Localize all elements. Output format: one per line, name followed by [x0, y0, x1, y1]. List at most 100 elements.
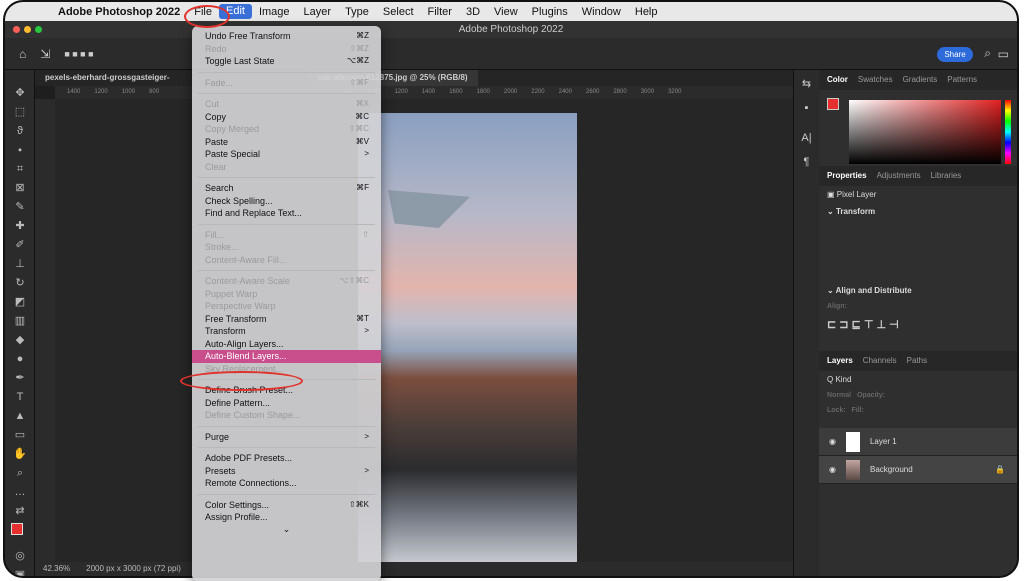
menu-item-check-spelling[interactable]: Check Spelling... [192, 195, 381, 208]
menu-3d[interactable]: 3D [459, 6, 487, 18]
eyedropper-tool-icon[interactable]: ✎ [5, 198, 35, 217]
color-field[interactable] [849, 100, 1001, 164]
eraser-tool-icon[interactable]: ◩ [5, 293, 35, 312]
tab-properties[interactable]: Properties [827, 166, 867, 186]
tab-gradients[interactable]: Gradients [903, 70, 938, 90]
minimize-window-button[interactable] [24, 26, 31, 33]
hue-slider[interactable] [1005, 100, 1011, 164]
blur-tool-icon[interactable]: ◆ [5, 331, 35, 350]
menu-item-auto-blend-layers[interactable]: Auto-Blend Layers... [192, 350, 381, 363]
menu-item-auto-align-layers[interactable]: Auto-Align Layers... [192, 338, 381, 351]
zoom-level[interactable]: 42.36% [43, 562, 70, 576]
tab-paths[interactable]: Paths [907, 351, 927, 371]
menu-item-copy[interactable]: Copy ⌘C [192, 111, 381, 124]
move-tool-icon[interactable]: ✥ [5, 84, 35, 103]
tab-layers[interactable]: Layers [827, 351, 853, 371]
menu-filter[interactable]: Filter [421, 6, 459, 18]
menu-item-color-settings[interactable]: Color Settings... ⇧⌘K [192, 499, 381, 512]
screen-mode-icon[interactable]: ▣ [5, 566, 35, 576]
healing-tool-icon[interactable]: ✚ [5, 217, 35, 236]
tab-libraries[interactable]: Libraries [931, 166, 962, 186]
hand-tool-icon[interactable]: ✋ [5, 445, 35, 464]
menu-layer[interactable]: Layer [297, 6, 339, 18]
type-tool-icon[interactable]: T [5, 388, 35, 407]
align-section[interactable]: ⌄ Align and Distribute [819, 282, 1017, 299]
menu-help[interactable]: Help [628, 6, 665, 18]
menu-item-purge[interactable]: Purge > [192, 431, 381, 444]
menu-item-free-transform[interactable]: Free Transform ⌘T [192, 313, 381, 326]
swap-colors-icon[interactable]: ⇄ [5, 502, 35, 521]
paragraph-panel-icon[interactable]: ¶ [794, 152, 819, 172]
object-select-tool-icon[interactable]: ⬩ [5, 141, 35, 160]
align-buttons[interactable]: ⊏ ⊐ ⊑ ⊤ ⊥ ⊣ [819, 314, 1017, 335]
layer-row-background[interactable]: ◉ Background 🔒 [819, 456, 1017, 484]
menu-item-presets[interactable]: Presets > [192, 465, 381, 478]
path-select-tool-icon[interactable]: ▲ [5, 407, 35, 426]
history-brush-icon[interactable]: ↻ [5, 274, 35, 293]
share-button[interactable]: Share [937, 47, 973, 62]
menu-item-transform[interactable]: Transform > [192, 325, 381, 338]
zoom-window-button[interactable] [35, 26, 42, 33]
color-swatches[interactable] [5, 521, 34, 547]
menu-item-find-and-replace-text[interactable]: Find and Replace Text... [192, 207, 381, 220]
menu-item-paste-special[interactable]: Paste Special > [192, 148, 381, 161]
selection-mode-icon[interactable]: ■ ■ ■ ■ [64, 49, 93, 59]
pen-tool-icon[interactable]: ✒ [5, 369, 35, 388]
menu-item-paste[interactable]: Paste ⌘V [192, 136, 381, 149]
layer-row-layer1[interactable]: ◉ Layer 1 [819, 428, 1017, 456]
menu-item-adobe-pdf-presets[interactable]: Adobe PDF Presets... [192, 452, 381, 465]
tab-color[interactable]: Color [827, 70, 848, 90]
search-icon[interactable]: ⌕ [984, 46, 991, 61]
menu-item-undo-free-transform[interactable]: Undo Free Transform ⌘Z [192, 30, 381, 43]
tab-adjustments[interactable]: Adjustments [877, 166, 921, 186]
zoom-tool-icon[interactable]: ⌕ [5, 464, 35, 483]
menu-select[interactable]: Select [376, 6, 421, 18]
visibility-eye-icon[interactable]: ◉ [829, 437, 836, 446]
close-window-button[interactable] [13, 26, 20, 33]
tab-patterns[interactable]: Patterns [947, 70, 977, 90]
comments-panel-icon[interactable]: ▪ [794, 98, 819, 118]
menu-item-assign-profile[interactable]: Assign Profile... [192, 511, 381, 524]
menu-type[interactable]: Type [338, 6, 376, 18]
transform-section[interactable]: ⌄ Transform [819, 203, 1017, 220]
more-tools-icon[interactable]: … [5, 483, 35, 502]
gradient-tool-icon[interactable]: ▥ [5, 312, 35, 331]
brush-tool-icon[interactable]: ✐ [5, 236, 35, 255]
dodge-tool-icon[interactable]: ● [5, 350, 35, 369]
menu-app-name[interactable]: Adobe Photoshop 2022 [51, 6, 187, 18]
menu-view[interactable]: View [487, 6, 525, 18]
menu-plugins[interactable]: Plugins [525, 6, 575, 18]
stamp-tool-icon[interactable]: ⊥ [5, 255, 35, 274]
lasso-tool-icon[interactable]: ϑ [5, 122, 35, 141]
character-panel-icon[interactable]: A| [794, 128, 819, 148]
menu-item-define-pattern[interactable]: Define Pattern... [192, 397, 381, 410]
menu-scroll-down-icon[interactable]: ⌄ [192, 524, 381, 535]
tab-swatches[interactable]: Swatches [858, 70, 893, 90]
doc-tab-1[interactable]: pexels-eberhard-grossgasteiger- [35, 70, 180, 86]
move-tool-preset-icon[interactable]: ⇲ [40, 47, 50, 61]
fg-color-chip[interactable] [827, 98, 839, 110]
history-panel-icon[interactable]: ⇆ [794, 74, 819, 94]
shape-tool-icon[interactable]: ▭ [5, 426, 35, 445]
marquee-tool-icon[interactable]: ⬚ [5, 103, 35, 122]
foreground-color-swatch[interactable] [11, 523, 23, 535]
menu-item-search[interactable]: Search ⌘F [192, 182, 381, 195]
menu-item-remote-connections[interactable]: Remote Connections... [192, 477, 381, 490]
blend-mode-select[interactable]: Normal [827, 392, 851, 399]
visibility-eye-icon[interactable]: ◉ [829, 465, 836, 474]
crop-tool-icon[interactable]: ⌗ [5, 160, 35, 179]
color-picker[interactable] [819, 90, 1017, 166]
kind-filter-label[interactable]: Q Kind [827, 375, 851, 384]
home-icon[interactable]: ⌂ [19, 47, 26, 61]
tab-channels[interactable]: Channels [863, 351, 897, 371]
menu-image[interactable]: Image [252, 6, 297, 18]
quick-mask-icon[interactable]: ◎ [5, 547, 35, 566]
layer-name[interactable]: Layer 1 [870, 437, 897, 446]
frame-tool-icon[interactable]: ⊠ [5, 179, 35, 198]
workspace-icon[interactable]: ▭ [998, 47, 1009, 61]
mountain-photo[interactable] [358, 113, 577, 570]
menu-window[interactable]: Window [575, 6, 628, 18]
layer-filter[interactable]: Q Kind [819, 371, 1017, 388]
layer-name[interactable]: Background [870, 465, 913, 474]
menu-item-toggle-last-state[interactable]: Toggle Last State ⌥⌘Z [192, 55, 381, 68]
